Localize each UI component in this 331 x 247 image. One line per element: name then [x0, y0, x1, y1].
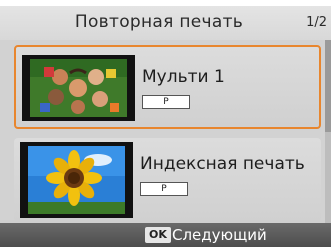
print-screen: Повторная печать 1/2 Мульти 1 P Индексна…: [0, 0, 331, 247]
sunflower-photo-icon: [20, 142, 133, 218]
page-title: Повторная печать: [74, 12, 244, 32]
list-item-multi-1[interactable]: Мульти 1 P: [14, 45, 321, 129]
item-label: Индексная печать: [140, 154, 305, 174]
scrollbar-thumb[interactable]: [325, 40, 331, 132]
ok-button-icon[interactable]: OK: [145, 227, 171, 243]
item-label: Мульти 1: [142, 67, 225, 87]
paper-size-badge: P: [140, 182, 188, 196]
children-photo-icon: [22, 55, 135, 121]
paper-size-badge: P: [142, 95, 190, 109]
next-button-label: Следующий: [172, 226, 267, 244]
page-indicator: 1/2: [306, 15, 327, 30]
list-item-index-print[interactable]: Индексная печать P: [14, 138, 321, 222]
